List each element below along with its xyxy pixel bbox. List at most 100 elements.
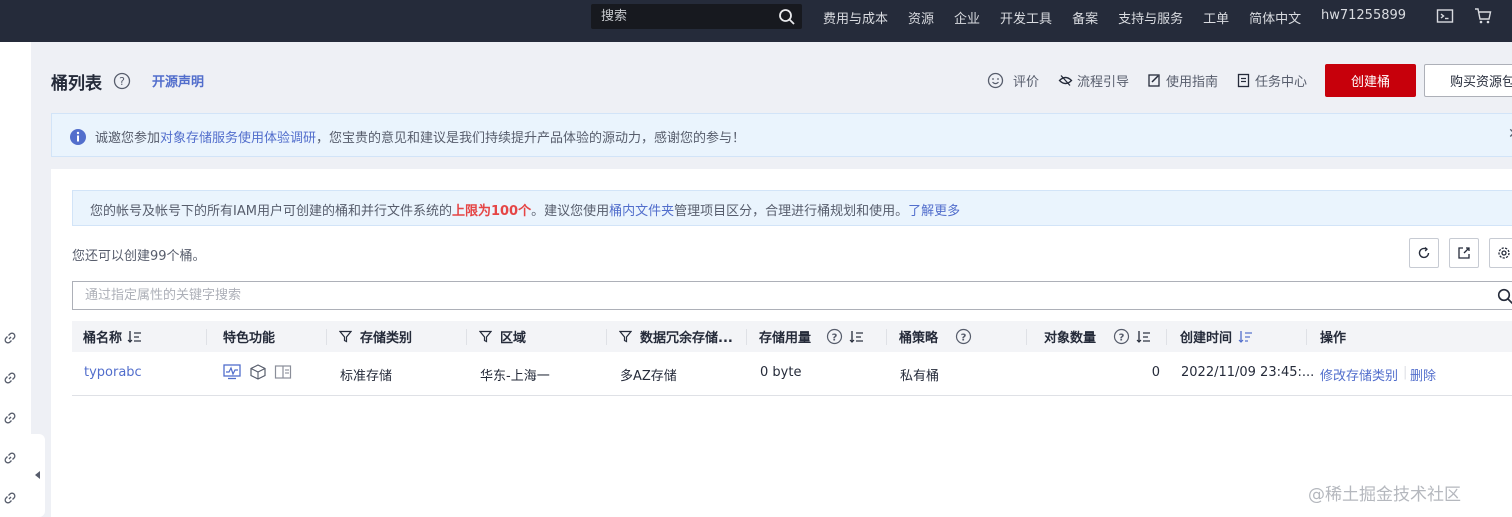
table-row: typorabc 标准存储 华东-上海一 多AZ存储 0 byte 私有桶 0 … — [72, 352, 1512, 396]
global-search[interactable] — [591, 4, 802, 29]
terminal-icon[interactable] — [1436, 7, 1454, 25]
top-nav-bar: 费用与成本 资源 企业 开发工具 备案 支持与服务 工单 简体中文 hw7125… — [0, 0, 1512, 42]
filter-icon[interactable] — [339, 330, 352, 343]
learn-more-link[interactable]: 了解更多 — [908, 204, 960, 219]
global-search-input[interactable] — [591, 4, 771, 29]
rating-link-label: 评价 — [1013, 75, 1040, 90]
column-created-time[interactable]: 创建时间 — [1180, 321, 1253, 352]
help-icon[interactable]: ? — [113, 72, 131, 90]
export-icon — [1458, 247, 1470, 259]
column-object-count[interactable]: 对象数量 ? — [1044, 321, 1151, 352]
gear-icon — [1498, 247, 1510, 259]
process-guide-link[interactable]: 流程引导 — [1058, 71, 1129, 90]
column-divider — [606, 329, 607, 345]
nav-tickets[interactable]: 工单 — [1203, 8, 1229, 27]
settings-button[interactable] — [1489, 238, 1512, 268]
link-icon[interactable] — [3, 371, 17, 385]
link-icon[interactable] — [3, 411, 17, 425]
link-icon[interactable] — [3, 451, 17, 465]
column-actions: 操作 — [1320, 321, 1346, 352]
nav-cost[interactable]: 费用与成本 — [823, 8, 888, 27]
smile-icon — [987, 72, 1004, 89]
column-divider — [1166, 329, 1167, 345]
task-center-label: 任务中心 — [1255, 75, 1308, 90]
column-storage-class[interactable]: 存储类别 — [339, 321, 412, 352]
cube-icon[interactable] — [249, 364, 267, 380]
help-icon[interactable]: ? — [826, 328, 843, 345]
notice-prefix: 诚邀您参加 — [95, 131, 161, 146]
nav-enterprise[interactable]: 企业 — [954, 8, 980, 27]
column-divider — [206, 329, 207, 345]
rating-link[interactable]: 评价 — [987, 71, 1039, 90]
column-divider — [886, 329, 887, 345]
column-bucket-name-label: 桶名称 — [83, 331, 123, 346]
monitor-icon[interactable] — [223, 364, 241, 380]
column-object-count-label: 对象数量 — [1044, 331, 1097, 346]
survey-notice-text: 诚邀您参加对象存储服务使用体验调研，您宝贵的意见和建议是我们持续提升产品体验的源… — [95, 127, 745, 146]
column-region[interactable]: 区域 — [479, 321, 526, 352]
refresh-button[interactable] — [1409, 238, 1439, 268]
keyword-filter-input[interactable] — [73, 282, 1473, 309]
link-icon[interactable] — [3, 331, 17, 345]
split-panel-icon[interactable] — [274, 364, 292, 380]
caret-left-icon — [35, 471, 40, 479]
bucket-limit-text: 您的帐号及帐号下的所有IAM用户可创建的桶和并行文件系统的上限为100个。建议您… — [90, 200, 960, 219]
edit-doc-icon — [1148, 74, 1160, 87]
folder-link[interactable]: 桶内文件夹 — [609, 204, 674, 219]
cart-icon[interactable] — [1474, 7, 1492, 25]
sort-icon[interactable] — [127, 330, 142, 343]
user-guide-label: 使用指南 — [1166, 75, 1219, 90]
bucket-name-link[interactable]: typorabc — [84, 365, 142, 380]
bucket-policy-cell: 私有桶 — [900, 369, 940, 384]
redundancy-cell: 多AZ存储 — [620, 369, 677, 384]
eye-slash-icon — [1058, 75, 1073, 86]
nav-dev-tools[interactable]: 开发工具 — [1000, 8, 1052, 27]
column-bucket-policy[interactable]: 桶策略 ? — [899, 321, 972, 352]
storage-usage-cell: 0 byte — [760, 365, 802, 380]
user-account[interactable]: hw71255899 — [1321, 8, 1406, 23]
column-redundancy[interactable]: 数据冗余存储... — [619, 321, 733, 352]
modify-storage-class-link[interactable]: 修改存储类别 — [1320, 365, 1398, 384]
delete-bucket-link[interactable]: 删除 — [1410, 365, 1436, 384]
process-guide-label: 流程引导 — [1077, 75, 1130, 90]
column-divider — [746, 329, 747, 345]
help-icon[interactable]: ? — [955, 328, 972, 345]
task-center-link[interactable]: 任务中心 — [1236, 71, 1307, 90]
column-features: 特色功能 — [223, 321, 275, 352]
sort-desc-icon[interactable] — [1238, 330, 1253, 343]
nav-resources[interactable]: 资源 — [908, 8, 934, 27]
column-bucket-policy-label: 桶策略 — [899, 331, 939, 346]
column-storage-class-label: 存储类别 — [360, 331, 413, 346]
keyword-filter[interactable] — [72, 281, 1512, 310]
create-bucket-button[interactable]: 创建桶 — [1325, 64, 1416, 97]
svg-text:?: ? — [961, 333, 967, 344]
sort-icon[interactable] — [849, 330, 864, 343]
column-storage-usage[interactable]: 存储用量 ? — [759, 321, 864, 352]
export-button[interactable] — [1449, 238, 1479, 268]
close-icon[interactable]: ✕ — [1508, 126, 1512, 142]
column-bucket-name[interactable]: 桶名称 — [83, 321, 142, 352]
info-icon — [70, 129, 86, 145]
survey-link[interactable]: 对象存储服务使用体验调研 — [160, 131, 316, 146]
filter-icon[interactable] — [619, 330, 632, 343]
sort-icon[interactable] — [1136, 330, 1151, 343]
user-guide-link[interactable]: 使用指南 — [1147, 71, 1218, 90]
filter-icon[interactable] — [479, 330, 492, 343]
limit-part3: 管理项目区分，合理进行桶规划和使用。 — [674, 204, 909, 219]
bucket-limit-info: 您的帐号及帐号下的所有IAM用户可创建的桶和并行文件系统的上限为100个。建议您… — [72, 190, 1512, 226]
column-actions-label: 操作 — [1320, 331, 1347, 346]
open-source-notice-link[interactable]: 开源声明 — [152, 71, 204, 90]
link-icon[interactable] — [3, 491, 17, 505]
watermark: @稀土掘金技术社区 — [1308, 485, 1461, 505]
collapse-sidebar-toggle[interactable] — [31, 434, 45, 517]
bucket-list-panel: 您的帐号及帐号下的所有IAM用户可创建的桶和并行文件系统的上限为100个。建议您… — [51, 169, 1512, 517]
region-cell: 华东-上海一 — [480, 369, 550, 384]
help-icon[interactable]: ? — [1113, 328, 1130, 345]
limit-part2: 。建议您使用 — [531, 204, 610, 219]
search-icon[interactable] — [778, 8, 796, 26]
buy-resource-pack-button[interactable]: 购买资源包 — [1424, 64, 1512, 97]
search-icon[interactable] — [1497, 288, 1512, 305]
nav-support[interactable]: 支持与服务 — [1118, 8, 1183, 27]
nav-language[interactable]: 简体中文 — [1249, 8, 1301, 27]
nav-filing[interactable]: 备案 — [1072, 8, 1098, 27]
